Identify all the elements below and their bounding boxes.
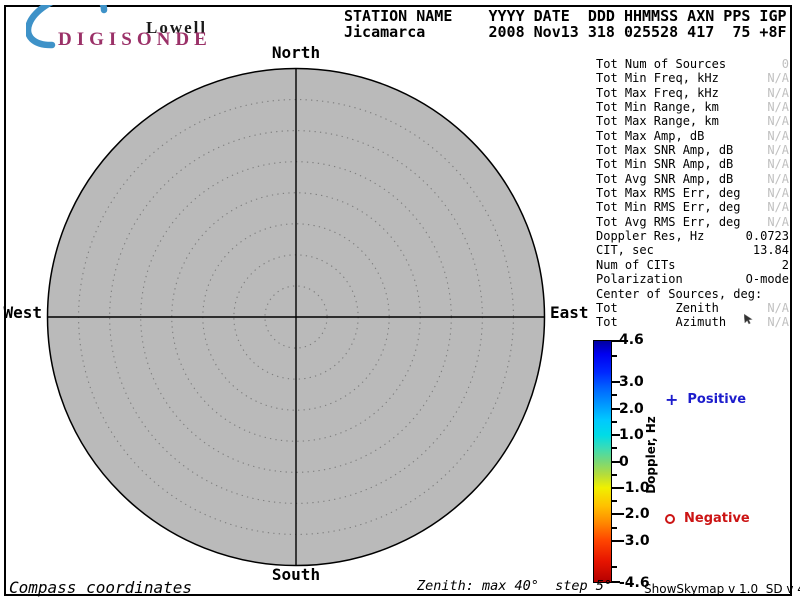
stat-value: N/A: [767, 143, 789, 157]
stat-value: N/A: [767, 215, 789, 229]
negative-marker-icon: [665, 514, 675, 524]
compass-label-east: East: [550, 303, 589, 322]
stat-value: N/A: [767, 129, 789, 143]
stat-label: Polarization: [596, 272, 683, 286]
software-version-label: ShowSkymap v 1.0 SD v 4.2: [644, 582, 800, 596]
stat-label: Tot Min Freq, kHz: [596, 71, 719, 85]
stat-row: Num of CITs 2: [596, 258, 789, 272]
stat-value: N/A: [767, 186, 789, 200]
colorbar-title: Doppler, Hz: [644, 400, 658, 510]
colorbar-minor-tick: [612, 500, 617, 502]
stat-label: CIT, sec: [596, 243, 654, 257]
stat-value: N/A: [767, 315, 789, 329]
stat-value: 0: [782, 57, 789, 71]
stat-label: Tot Azimuth: [596, 315, 726, 329]
stat-row: Doppler Res, Hz 0.0723: [596, 229, 789, 243]
stat-value: N/A: [767, 301, 789, 315]
colorbar-minor-tick: [612, 527, 617, 529]
compass-label-north: North: [46, 43, 546, 62]
positive-marker-icon: +: [665, 393, 678, 406]
stat-row: Polarization O-mode: [596, 272, 789, 286]
compass-label-west: West: [0, 303, 42, 322]
negative-label: Negative: [684, 511, 750, 526]
stat-label: Tot Min RMS Err, deg: [596, 200, 741, 214]
header-column-titles: STATION NAME YYYY DATE DDD HHMMSS AXN PP…: [344, 8, 787, 24]
statistics-panel: Tot Num of Sources0Tot Min Freq, kHzN/AT…: [596, 57, 789, 330]
stat-row: Center of Sources, deg:: [596, 287, 789, 301]
stat-row: Tot Min Range, km N/A: [596, 100, 789, 114]
colorbar-tick-label: -3.0: [619, 533, 650, 549]
stat-label: Doppler Res, Hz: [596, 229, 704, 243]
stat-row: Tot Azimuth N/A: [596, 315, 789, 329]
colorbar-tick-label: 3.0: [619, 374, 644, 390]
skymap-plot: [46, 67, 546, 567]
stat-label: Tot Avg SNR Amp, dB: [596, 172, 733, 186]
legend-positive: + Positive: [665, 392, 746, 407]
coordinates-mode-label: Compass coordinates: [9, 578, 192, 597]
zenith-range-label: Zenith: max 40° step 5°: [417, 578, 612, 594]
colorbar-minor-tick: [612, 566, 617, 568]
stat-value: N/A: [767, 114, 789, 128]
stat-label: Tot Max Amp, dB: [596, 129, 704, 143]
stat-row: CIT, sec 13.84: [596, 243, 789, 257]
colorbar-tick-label: 0: [619, 454, 629, 470]
colorbar-minor-tick: [612, 421, 617, 423]
colorbar-tick-label: 1.0: [619, 427, 644, 443]
stat-row: Tot Max Range, km N/A: [596, 114, 789, 128]
stat-value: N/A: [767, 157, 789, 171]
stat-value: N/A: [767, 71, 789, 85]
stat-row: Tot Min Freq, kHz N/A: [596, 71, 789, 85]
positive-label: Positive: [687, 392, 746, 407]
stat-row: Tot Max SNR Amp, dB N/A: [596, 143, 789, 157]
stat-label: Num of CITs: [596, 258, 675, 272]
colorbar-minor-tick: [612, 394, 617, 396]
colorbar-tick-label: 4.6: [619, 332, 644, 348]
header-station-values: Jicamarca 2008 Nov13 318 025528 417 75 +…: [344, 24, 787, 40]
stat-value: 0.0723: [746, 229, 789, 243]
mouse-cursor-icon: [744, 313, 755, 325]
stat-value: N/A: [767, 100, 789, 114]
stat-row: Tot Avg RMS Err, deg N/A: [596, 215, 789, 229]
stat-label: Tot Max Range, km: [596, 114, 719, 128]
colorbar-minor-tick: [612, 355, 617, 357]
stat-label: Tot Max Freq, kHz: [596, 86, 719, 100]
stat-label: Tot Min Range, km: [596, 100, 719, 114]
stat-row: Tot Max Amp, dB N/A: [596, 129, 789, 143]
stat-label: Tot Max SNR Amp, dB: [596, 143, 733, 157]
stat-label: Tot Num of Sources: [596, 57, 726, 71]
stat-label: Tot Avg RMS Err, deg: [596, 215, 741, 229]
colorbar-minor-tick: [612, 474, 617, 476]
colorbar-tick-label: 2.0: [619, 401, 644, 417]
colorbar-ticks: 4.63.02.01.00-1.0-2.0-3.0-4.6: [612, 340, 672, 583]
stat-value: N/A: [767, 200, 789, 214]
stat-value: N/A: [767, 172, 789, 186]
legend-negative: Negative: [665, 511, 750, 526]
stat-row: Tot Min RMS Err, deg N/A: [596, 200, 789, 214]
stat-value: 2: [782, 258, 789, 272]
stat-row: Tot Num of Sources 0: [596, 57, 789, 71]
stat-label: Tot Max RMS Err, deg: [596, 186, 741, 200]
stat-label: Tot Zenith: [596, 301, 719, 315]
stat-label: Center of Sources, deg:: [596, 287, 762, 301]
stat-value: O-mode: [746, 272, 789, 286]
doppler-colorbar: [593, 340, 612, 583]
colorbar-minor-tick: [612, 447, 617, 449]
stat-value: N/A: [767, 86, 789, 100]
stat-row: Tot Max Freq, kHz N/A: [596, 86, 789, 100]
stat-row: Tot Max RMS Err, deg N/A: [596, 186, 789, 200]
stat-row: Tot Avg SNR Amp, dB N/A: [596, 172, 789, 186]
stat-label: Tot Min SNR Amp, dB: [596, 157, 733, 171]
stat-row: Tot Min SNR Amp, dB N/A: [596, 157, 789, 171]
stat-row: Tot Zenith N/A: [596, 301, 789, 315]
stat-value: 13.84: [753, 243, 789, 257]
